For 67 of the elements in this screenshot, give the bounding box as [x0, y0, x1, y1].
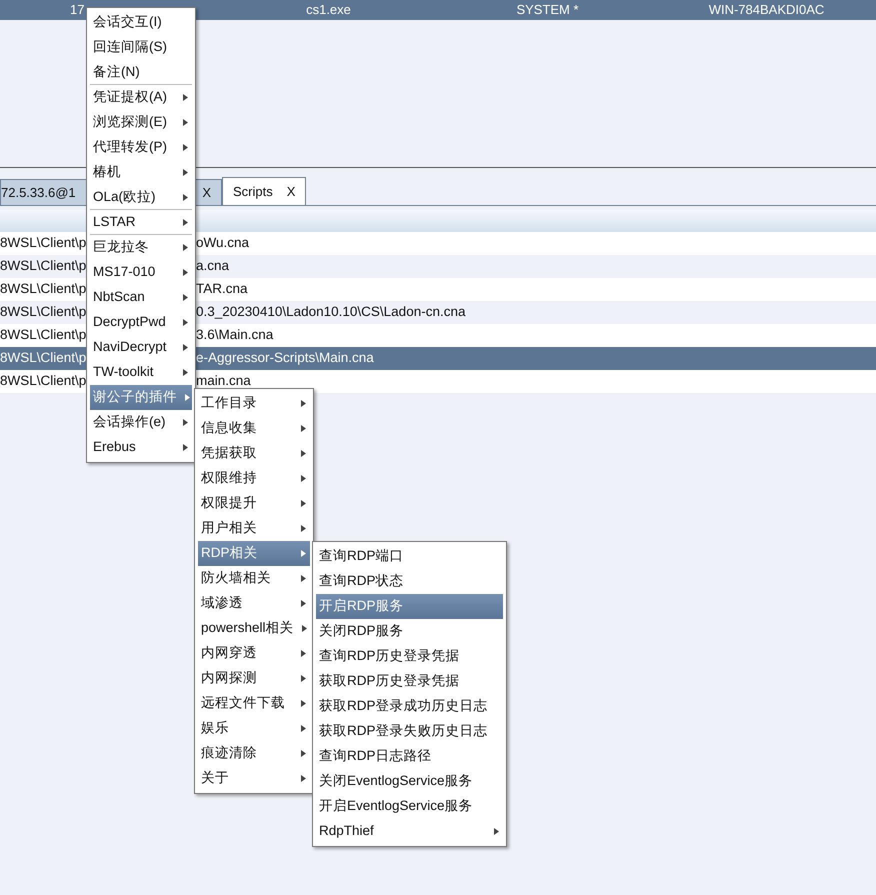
- tab-label[interactable]: 72.5.33.6@1: [1, 182, 76, 202]
- menu-item[interactable]: 关闭RDP服务: [316, 619, 503, 644]
- script-path: 8WSL\Client\p: [0, 349, 86, 368]
- menu-item[interactable]: RDP相关: [198, 541, 310, 566]
- menu-item[interactable]: 查询RDP状态: [316, 569, 503, 594]
- close-tab-button[interactable]: X: [286, 182, 296, 202]
- menu-item[interactable]: 凭证提权(A): [90, 85, 192, 110]
- menu-item[interactable]: 开启RDP服务: [316, 594, 503, 619]
- table-cell-text: cs1.exe: [305, 1, 352, 20]
- menu-item[interactable]: 防火墙相关: [198, 566, 310, 591]
- script-path: a.cna: [196, 257, 230, 276]
- menu-item[interactable]: powershell相关: [198, 616, 310, 641]
- menu-item[interactable]: 信息收集: [198, 416, 310, 441]
- menu-item[interactable]: 浏览探测(E): [90, 110, 192, 135]
- menu-item[interactable]: 域渗透: [198, 591, 310, 616]
- menu-item[interactable]: 获取RDP登录失败历史日志: [316, 719, 503, 744]
- menu-item[interactable]: 痕迹清除: [198, 741, 310, 766]
- menu-item[interactable]: 代理转发(P): [90, 135, 192, 160]
- menu-item[interactable]: LSTAR: [90, 210, 192, 235]
- menu-item[interactable]: RdpThief: [316, 819, 503, 844]
- script-path: 8WSL\Client\p: [0, 372, 86, 390]
- menu-item[interactable]: 回连间隔(S): [90, 35, 192, 60]
- menu-item[interactable]: 权限提升: [198, 491, 310, 516]
- table-cell-text: 17: [69, 1, 86, 20]
- menu-item[interactable]: 关于: [198, 766, 310, 791]
- script-path: 3.6\Main.cna: [196, 326, 274, 344]
- menu-item[interactable]: 备注(N): [90, 60, 192, 85]
- menu-item[interactable]: 用户相关: [198, 516, 310, 541]
- script-path: 8WSL\Client\p: [0, 326, 86, 344]
- menu-item[interactable]: 权限维持: [198, 466, 310, 491]
- menu-item[interactable]: 查询RDP日志路径: [316, 744, 503, 769]
- menu-item[interactable]: TW-toolkit: [90, 360, 192, 385]
- menu-item[interactable]: 获取RDP登录成功历史日志: [316, 694, 503, 719]
- menu-item[interactable]: 巨龙拉冬: [90, 235, 192, 260]
- menu-item[interactable]: 工作目录: [198, 391, 310, 416]
- script-path: main.cna: [196, 372, 251, 390]
- script-path: 0.3_20230410\Ladon10.10\CS\Ladon-cn.cna: [196, 303, 466, 322]
- menu-item[interactable]: NbtScan: [90, 285, 192, 310]
- table-cell-text: WIN-784BAKDI0AC: [708, 1, 826, 20]
- table-cell-text: SYSTEM *: [515, 1, 580, 20]
- menu-item[interactable]: Erebus: [90, 435, 192, 460]
- script-path: oWu.cna: [196, 234, 250, 252]
- menu-item[interactable]: 会话操作(e): [90, 410, 192, 435]
- menu-item[interactable]: 查询RDP历史登录凭据: [316, 644, 503, 669]
- menu-item[interactable]: 查询RDP端口: [316, 544, 503, 569]
- script-path: e-Aggressor-Scripts\Main.cna: [196, 349, 374, 368]
- menu-item[interactable]: 娱乐: [198, 716, 310, 741]
- menu-item[interactable]: DecryptPwd: [90, 310, 192, 335]
- menu-item[interactable]: MS17-010: [90, 260, 192, 285]
- tab-label[interactable]: Scripts: [233, 182, 273, 202]
- menu-item[interactable]: 凭据获取: [198, 441, 310, 466]
- script-path: 8WSL\Client\p: [0, 234, 86, 252]
- menu-item[interactable]: 内网探测: [198, 666, 310, 691]
- script-path: 8WSL\Client\p: [0, 257, 86, 276]
- script-path: 8WSL\Client\p: [0, 303, 86, 322]
- menu-item[interactable]: NaviDecrypt: [90, 335, 192, 360]
- menu-item[interactable]: 内网穿透: [198, 641, 310, 666]
- menu-item[interactable]: 关闭EventlogService服务: [316, 769, 503, 794]
- menu-item[interactable]: 远程文件下载: [198, 691, 310, 716]
- script-path: TAR.cna: [196, 280, 248, 298]
- menu-item[interactable]: 获取RDP历史登录凭据: [316, 669, 503, 694]
- script-path: 8WSL\Client\p: [0, 280, 86, 298]
- menu-item[interactable]: 开启EventlogService服务: [316, 794, 503, 819]
- menu-item[interactable]: OLa(欧拉): [90, 185, 192, 210]
- tab[interactable]: Scripts X: [222, 177, 306, 205]
- menu-item[interactable]: 谢公子的插件: [90, 385, 192, 410]
- close-tab-button[interactable]: X: [202, 182, 211, 202]
